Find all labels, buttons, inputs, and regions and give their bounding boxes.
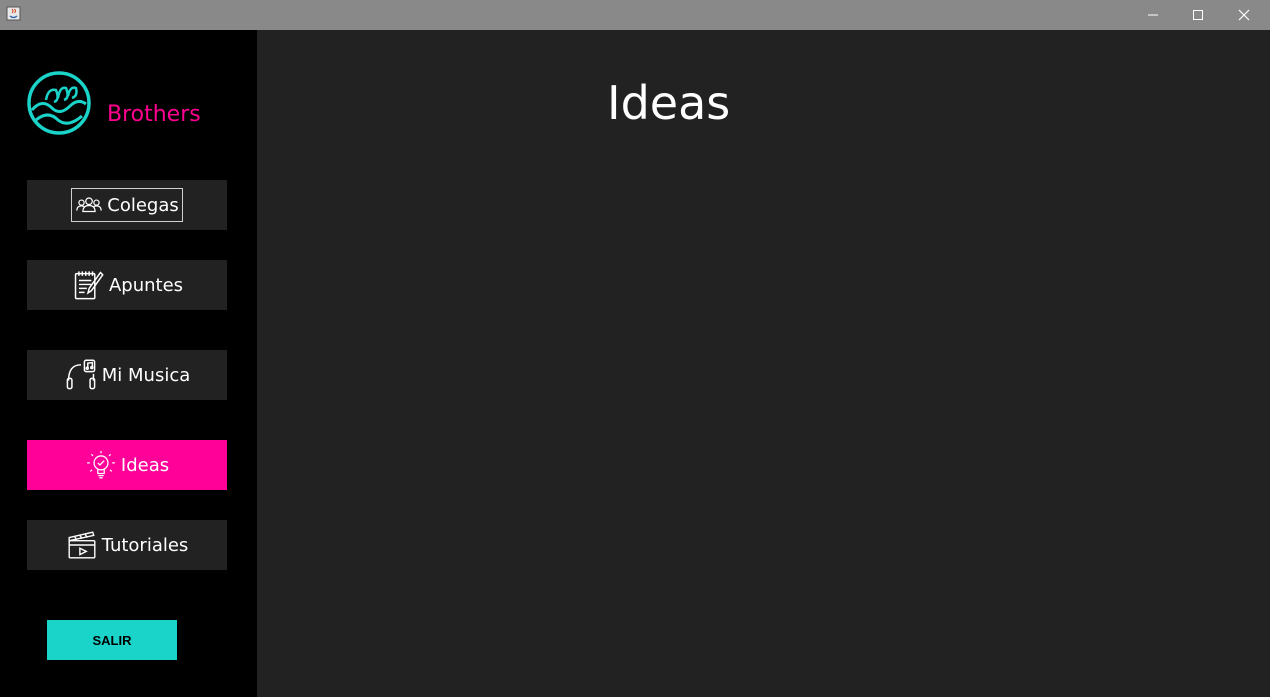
headphones-music-icon: [66, 359, 96, 390]
nav-item-ideas[interactable]: Ideas: [27, 440, 227, 490]
nav-item-label: Apuntes: [108, 274, 184, 296]
page-title: Ideas: [607, 76, 731, 130]
sidebar: Brothers Colegas Apuntes Mi Musica Ideas…: [0, 30, 257, 697]
exit-button[interactable]: SALIR: [47, 620, 177, 660]
minimize-button[interactable]: [1130, 0, 1176, 30]
nav-item-apuntes[interactable]: Apuntes: [27, 260, 227, 310]
nav-item-content: Ideas: [82, 447, 172, 483]
nav-item-colegas[interactable]: Colegas: [27, 180, 227, 230]
nav-item-mi-musica[interactable]: Mi Musica: [27, 350, 227, 400]
nav-item-label: Mi Musica: [101, 364, 191, 386]
window-titlebar: [0, 0, 1270, 30]
nav-item-content: Apuntes: [68, 266, 186, 304]
nav-item-content: Tutoriales: [63, 527, 192, 563]
clapperboard-icon: [68, 531, 96, 559]
notepad-pencil-icon: [74, 271, 104, 300]
maximize-icon: [1193, 10, 1203, 20]
maximize-button[interactable]: [1175, 0, 1221, 30]
group-icon: [76, 197, 102, 213]
wave-logo-icon: [27, 71, 91, 135]
java-app-icon: [6, 6, 21, 21]
lightbulb-check-icon: [87, 451, 115, 479]
main-content: Ideas: [257, 30, 1270, 697]
nav-item-label: Tutoriales: [101, 534, 189, 556]
close-icon: [1238, 9, 1250, 21]
nav-item-content: Mi Musica: [61, 356, 194, 394]
focus-ring: Colegas: [71, 188, 183, 222]
brand-name: Brothers: [107, 102, 201, 127]
nav-item-label: Ideas: [120, 454, 170, 476]
nav-item-tutoriales[interactable]: Tutoriales: [27, 520, 227, 570]
nav-item-label: Colegas: [107, 194, 179, 216]
close-button[interactable]: [1221, 0, 1267, 30]
minimize-icon: [1148, 14, 1158, 16]
